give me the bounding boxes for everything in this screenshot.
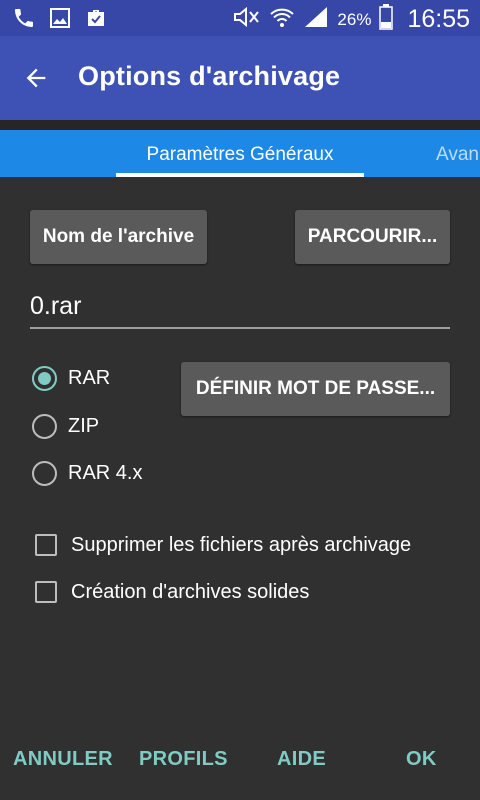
radio-button[interactable] [32,413,57,439]
status-bar: 26% 16:55 [0,0,480,36]
browse-button[interactable]: PARCOURIR... [295,210,450,264]
signal-icon [303,5,329,34]
input-underline [30,327,450,329]
tab-advanced[interactable]: Avan [436,130,479,177]
profiles-button[interactable]: PROFILS [139,748,228,771]
phone-icon [12,6,36,35]
image-icon [48,6,72,35]
option-solid-archive[interactable]: Création d'archives solides [35,577,309,607]
divider [0,120,480,130]
format-option-rar4[interactable]: RAR 4.x [32,457,142,489]
clock: 16:55 [407,5,470,33]
mute-icon [231,6,261,33]
app-toolbar: Options d'archivage [0,36,480,120]
arrow-back-icon[interactable] [22,64,50,97]
radio-button-checked[interactable] [32,365,57,391]
tab-general-settings[interactable]: Paramètres Généraux [116,130,364,177]
page-title: Options d'archivage [78,61,341,91]
format-option-rar[interactable]: RAR [32,362,110,394]
wifi-icon [269,5,295,34]
tab-indicator [116,173,364,177]
checkbox[interactable] [35,534,57,556]
cancel-button[interactable]: ANNULER [13,748,113,771]
help-button[interactable]: AIDE [277,748,326,771]
tab-bar: Paramètres Généraux Avan [0,130,480,177]
battery-icon [379,4,394,35]
ok-button[interactable]: OK [406,748,437,771]
format-label: RAR 4.x [68,461,143,484]
set-password-button[interactable]: DÉFINIR MOT DE PASSE... [181,362,450,416]
checkbox[interactable] [35,581,57,603]
briefcase-icon [84,6,108,35]
format-label: ZIP [68,414,100,437]
archive-name-input[interactable]: 0.rar [30,292,81,321]
option-delete-files[interactable]: Supprimer les fichiers après archivage [35,530,411,560]
format-label: RAR [68,366,111,389]
format-option-zip[interactable]: ZIP [32,410,99,442]
battery-percent: 26% [337,9,372,29]
radio-button[interactable] [32,460,57,486]
archive-name-button[interactable]: Nom de l'archive [30,210,207,264]
option-label: Création d'archives solides [71,580,310,603]
option-label: Supprimer les fichiers après archivage [71,533,412,556]
